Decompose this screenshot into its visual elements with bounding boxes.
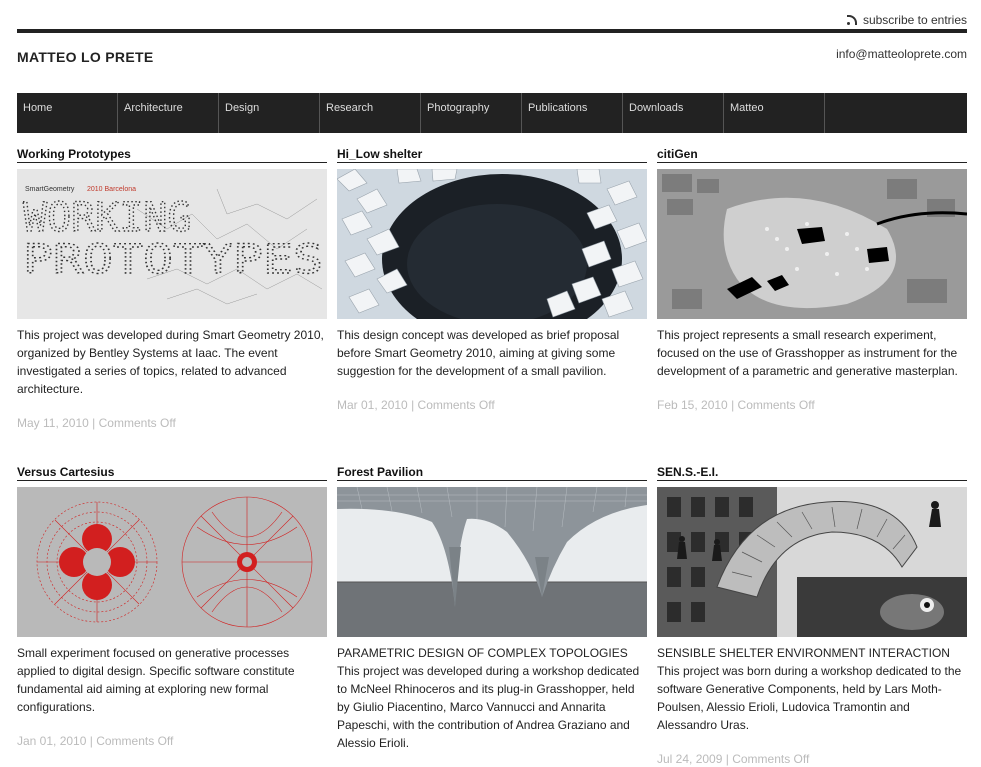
post-meta: May 11, 2010 | Comments Off	[17, 416, 327, 430]
comments-link[interactable]: Comments Off	[99, 416, 176, 430]
post-card: Versus Cartesius Small experiment focuse…	[17, 464, 327, 748]
post-thumbnail[interactable]	[657, 487, 967, 637]
post-date: Feb 15, 2010	[657, 398, 728, 412]
post-title[interactable]: SEN.S.-E.I.	[657, 464, 967, 481]
nav-item-home[interactable]: Home	[17, 93, 118, 133]
post-title[interactable]: Hi_Low shelter	[337, 146, 647, 163]
email-link[interactable]: info@matteoloprete.com	[836, 47, 967, 61]
header-rule	[17, 29, 967, 33]
meta-separator: |	[92, 416, 96, 430]
image-text-line1: WORKING	[23, 195, 192, 241]
main-nav: Home Architecture Design Research Photog…	[17, 93, 967, 133]
post-card: Working Prototypes SmartGeometry 2010 Ba…	[17, 146, 327, 430]
nav-item-research[interactable]: Research	[320, 93, 421, 133]
nav-item-design[interactable]: Design	[219, 93, 320, 133]
post-excerpt: This design concept was developed as bri…	[337, 328, 620, 378]
post-excerpt: Small experiment focused on generative p…	[17, 646, 295, 714]
image-caption-small: SmartGeometry	[25, 186, 75, 193]
post-card: Forest Pavilion PARAMETRIC DESIGN OF COM…	[337, 464, 647, 752]
post-excerpt: This project represents a small research…	[657, 328, 958, 378]
meta-separator: |	[411, 398, 415, 412]
nav-item-downloads[interactable]: Downloads	[623, 93, 724, 133]
post-excerpt: PARAMETRIC DESIGN OF COMPLEX TOPOLOGIES …	[337, 646, 640, 750]
nav-item-publications[interactable]: Publications	[522, 93, 623, 133]
meta-separator: |	[725, 752, 729, 766]
meta-separator: |	[89, 734, 93, 748]
nav-item-matteo[interactable]: Matteo	[724, 93, 825, 133]
image-text-line2: PROTOTYPES	[23, 237, 323, 283]
post-card: Hi_Low shelter This design concept was d…	[337, 146, 647, 412]
post-thumbnail[interactable]	[17, 487, 327, 637]
comments-link[interactable]: Comments Off	[738, 398, 815, 412]
site-title[interactable]: MATTEO LO PRETE	[17, 49, 153, 65]
image-caption-accent: 2010 Barcelona	[87, 186, 136, 193]
nav-item-photography[interactable]: Photography	[421, 93, 522, 133]
rss-icon	[846, 15, 857, 25]
comments-link[interactable]: Comments Off	[418, 398, 495, 412]
subscribe-label: subscribe to entries	[862, 13, 967, 27]
post-title[interactable]: Versus Cartesius	[17, 464, 327, 481]
post-date: May 11, 2010	[17, 416, 89, 430]
post-thumbnail[interactable]	[337, 169, 647, 319]
post-meta: Mar 01, 2010 | Comments Off	[337, 398, 647, 412]
top-bar: subscribe to entries	[17, 12, 967, 30]
subscribe-link[interactable]: subscribe to entries	[846, 13, 967, 27]
post-date: Jan 01, 2010	[17, 734, 87, 748]
post-title[interactable]: Forest Pavilion	[337, 464, 647, 481]
nav-item-architecture[interactable]: Architecture	[118, 93, 219, 133]
meta-separator: |	[731, 398, 735, 412]
post-card: SEN.S.-E.I. SENSIBLE SHELTER ENVIRONMENT…	[657, 464, 967, 766]
post-thumbnail[interactable]	[657, 169, 967, 319]
post-excerpt: This project was developed during Smart …	[17, 328, 324, 396]
post-date: Jul 24, 2009	[657, 752, 723, 766]
post-excerpt: SENSIBLE SHELTER ENVIRONMENT INTERACTION…	[657, 646, 962, 732]
post-meta: Feb 15, 2010 | Comments Off	[657, 398, 967, 412]
comments-link[interactable]: Comments Off	[96, 734, 173, 748]
post-card: citiGen This project represents a small …	[657, 146, 967, 412]
post-thumbnail[interactable]	[337, 487, 647, 637]
comments-link[interactable]: Comments Off	[732, 752, 809, 766]
post-title[interactable]: citiGen	[657, 146, 967, 163]
post-title[interactable]: Working Prototypes	[17, 146, 327, 163]
post-date: Mar 01, 2010	[337, 398, 408, 412]
post-meta: Jul 24, 2009 | Comments Off	[657, 752, 967, 766]
post-thumbnail[interactable]: SmartGeometry 2010 Barcelona WORKING PRO…	[17, 169, 327, 319]
post-meta: Jan 01, 2010 | Comments Off	[17, 734, 327, 748]
